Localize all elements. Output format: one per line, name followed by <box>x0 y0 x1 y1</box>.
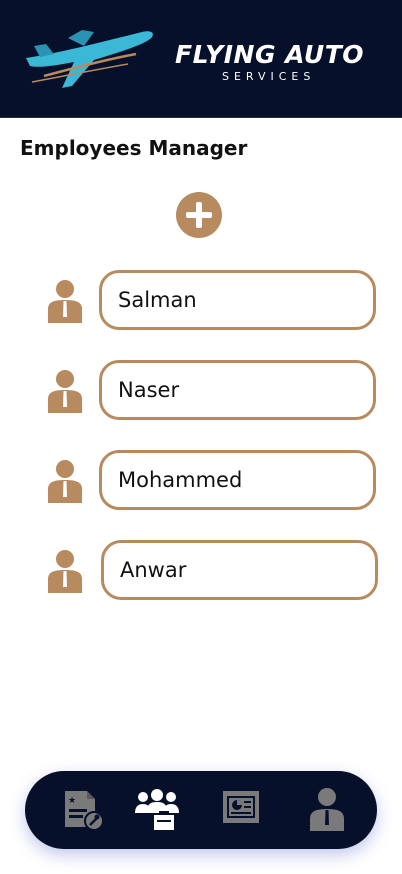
bottom-nav: ★ <box>25 771 377 849</box>
person-icon <box>48 370 82 413</box>
brand-subtitle: SERVICES <box>222 70 316 83</box>
person-icon <box>48 280 82 323</box>
plus-icon <box>186 202 212 228</box>
person-icon <box>48 550 82 593</box>
employee-row <box>0 270 402 330</box>
employee-name-field[interactable] <box>99 450 376 510</box>
nav-employees-button[interactable] <box>123 771 183 849</box>
svg-text:★: ★ <box>68 796 76 806</box>
nav-profile-button[interactable] <box>297 771 357 849</box>
presentation-icon <box>223 791 259 823</box>
employee-row <box>0 450 402 510</box>
employee-name-field[interactable] <box>101 540 378 600</box>
employee-row <box>0 540 402 600</box>
service-document-icon: ★ <box>65 791 104 831</box>
nav-presentation-button[interactable] <box>211 771 271 849</box>
employee-row <box>0 360 402 420</box>
app-header: FLYING AUTO SERVICES <box>0 0 402 118</box>
page-title: Employees Manager <box>20 136 248 160</box>
employees-icon <box>135 789 179 832</box>
add-employee-button[interactable] <box>176 192 222 238</box>
profile-icon <box>310 788 344 831</box>
brand-title: FLYING AUTO <box>175 40 364 69</box>
airplane-logo-icon <box>26 30 153 88</box>
employee-name-field[interactable] <box>99 360 376 420</box>
nav-service-documents-button[interactable]: ★ <box>53 771 113 849</box>
employee-name-field[interactable] <box>99 270 376 330</box>
person-icon <box>48 460 82 503</box>
